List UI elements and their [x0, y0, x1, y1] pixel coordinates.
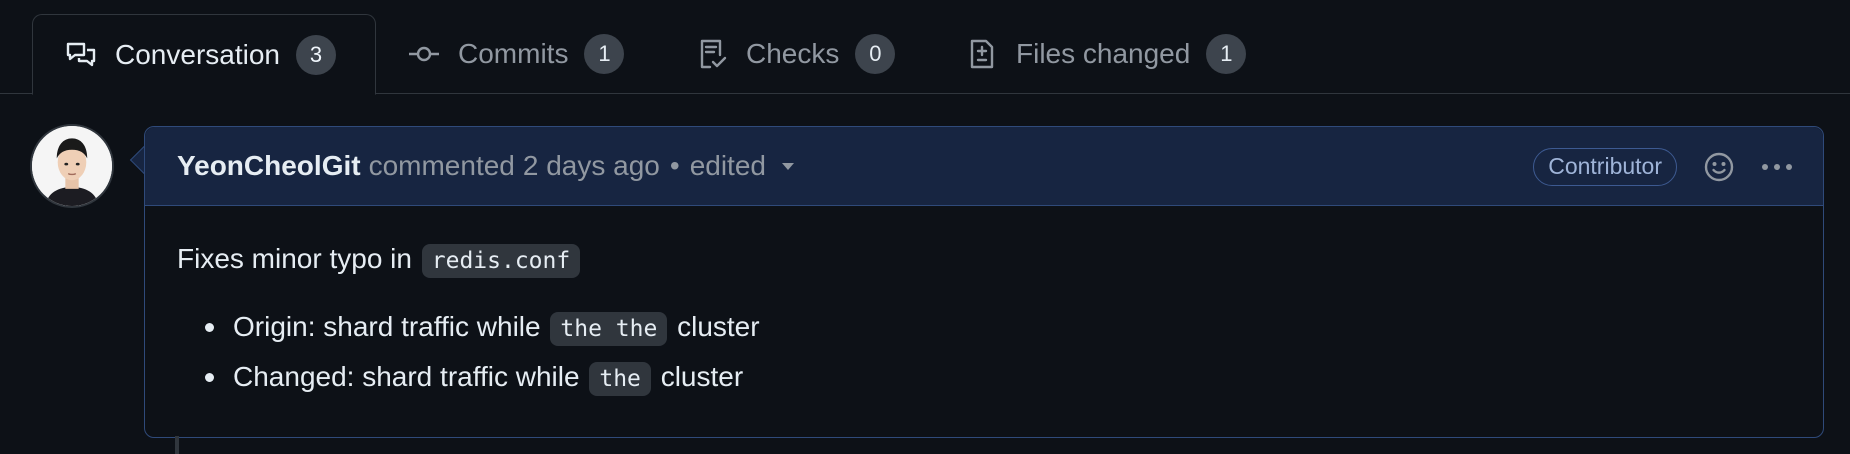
list-item: Origin: shard traffic while the the clus…	[177, 309, 1791, 346]
comment-card: YeonCheolGit commented 2 days ago • edit…	[144, 126, 1824, 438]
tab-label: Files changed	[1016, 38, 1191, 69]
change-list: Origin: shard traffic while the the clus…	[177, 309, 1791, 396]
author-avatar[interactable]	[30, 124, 114, 208]
meta-separator: •	[669, 150, 680, 181]
tab-counter: 1	[1206, 34, 1247, 74]
comment-body: Fixes minor typo in redis.conf Origin: s…	[177, 241, 1791, 409]
list-item-suffix: cluster	[660, 361, 744, 392]
pull-request-page: Conversation 3 Commits 1 Checks 0 Files …	[0, 0, 1850, 454]
chevron-down-icon[interactable]	[780, 158, 796, 174]
add-reaction-button[interactable]	[1701, 149, 1737, 185]
tab-files-changed[interactable]: Files changed 1	[966, 14, 1247, 94]
smiley-icon	[1704, 152, 1734, 181]
inline-code: redis.conf	[421, 244, 581, 278]
comment-header-actions: Contributor	[1533, 127, 1795, 206]
edited-indicator[interactable]: edited	[690, 150, 766, 182]
tab-counter: 3	[295, 34, 336, 75]
list-item-prefix: Changed: shard traffic while	[233, 361, 580, 392]
pr-tab-nav: Conversation 3 Commits 1 Checks 0 Files …	[0, 0, 1850, 95]
more-options-button[interactable]	[1759, 149, 1795, 185]
tab-conversation[interactable]: Conversation 3	[32, 14, 376, 95]
list-item: Changed: shard traffic while the cluster	[177, 359, 1791, 396]
timeline-line	[175, 436, 179, 454]
inline-code: the	[589, 362, 651, 396]
comment-action: commented	[368, 150, 515, 181]
tab-label: Conversation	[115, 38, 280, 70]
list-item-prefix: Origin: shard traffic while	[233, 311, 541, 342]
tab-commits[interactable]: Commits 1	[408, 14, 625, 94]
tab-label: Commits	[458, 38, 569, 69]
comment-discussion-icon	[65, 39, 97, 71]
checklist-icon	[696, 38, 728, 70]
tab-counter: 0	[855, 34, 896, 74]
comment-header: YeonCheolGit commented 2 days ago • edit…	[145, 127, 1823, 206]
file-diff-icon	[966, 38, 998, 70]
tab-label: Checks	[746, 38, 840, 69]
inline-code: the the	[550, 312, 668, 346]
intro-text: Fixes minor typo in	[177, 243, 412, 274]
role-badge: Contributor	[1533, 147, 1677, 186]
tab-counter: 1	[584, 34, 625, 74]
git-commit-icon	[408, 38, 440, 70]
person-avatar-icon	[32, 126, 112, 206]
list-item-suffix: cluster	[677, 311, 760, 342]
kebab-horizontal-icon	[1762, 163, 1792, 170]
tab-checks[interactable]: Checks 0	[696, 14, 896, 94]
author-link[interactable]: YeonCheolGit	[177, 150, 361, 182]
comment-timestamp[interactable]: 2 days ago	[523, 150, 660, 182]
comment-intro: Fixes minor typo in redis.conf	[177, 241, 1791, 278]
